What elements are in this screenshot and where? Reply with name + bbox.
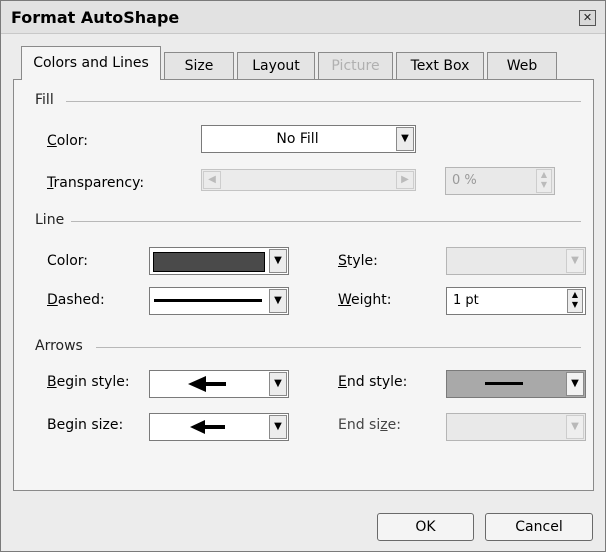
chevron-down-icon[interactable]: ▼: [269, 415, 287, 439]
weight-spinner[interactable]: ▲ ▼: [567, 289, 583, 313]
chevron-down-icon: ▼: [566, 249, 584, 273]
fill-color-label: Color:: [47, 133, 89, 149]
close-icon[interactable]: ✕: [579, 10, 596, 26]
chevron-left-icon: ◀: [203, 171, 221, 189]
line-divider: [71, 221, 581, 222]
cancel-button[interactable]: Cancel: [485, 513, 593, 541]
tab-size[interactable]: Size: [164, 52, 234, 79]
fill-section-label: Fill: [35, 92, 54, 108]
arrows-divider: [96, 347, 581, 348]
end-size-label: End size:: [338, 417, 401, 433]
line-color-swatch: [153, 252, 265, 272]
line-color-dropdown[interactable]: ▼: [149, 247, 289, 275]
fill-divider: [66, 101, 581, 102]
ok-button[interactable]: OK: [377, 513, 474, 541]
fill-color-dropdown[interactable]: No Fill ▼: [201, 125, 416, 153]
dashed-label: Dashed:: [47, 292, 105, 308]
transparency-spinner: ▲ ▼: [536, 169, 552, 193]
tab-text-box[interactable]: Text Box: [396, 52, 484, 79]
transparency-slider: ◀ ▶: [201, 169, 416, 191]
tab-colors-and-lines[interactable]: Colors and Lines: [21, 46, 161, 80]
chevron-right-icon: ▶: [396, 171, 414, 189]
transparency-value: 0 %: [452, 173, 477, 188]
chevron-down-icon[interactable]: ▼: [396, 127, 414, 151]
dashed-dropdown[interactable]: ▼: [149, 287, 289, 315]
solid-line-preview: [154, 299, 262, 302]
weight-label: Weight:: [338, 292, 392, 308]
left-arrow-icon: [190, 420, 225, 434]
style-label: Style:: [338, 253, 378, 269]
transparency-field: 0 % ▲ ▼: [445, 167, 555, 195]
line-color-label: Color:: [47, 253, 89, 269]
chevron-down-icon[interactable]: ▼: [566, 372, 584, 396]
chevron-down-icon[interactable]: ▼: [269, 249, 287, 273]
end-size-dropdown: ▼: [446, 413, 586, 441]
left-arrow-icon: [188, 376, 226, 392]
end-style-label: End style:: [338, 374, 408, 390]
tab-panel: Fill Color: No Fill ▼ Transparency: ◀ ▶ …: [13, 79, 594, 491]
tab-web[interactable]: Web: [487, 52, 557, 79]
style-dropdown: ▼: [446, 247, 586, 275]
end-style-dropdown[interactable]: ▼: [446, 370, 586, 398]
chevron-down-icon[interactable]: ▼: [269, 372, 287, 396]
dialog-title: Format AutoShape: [11, 8, 180, 27]
title-bar: Format AutoShape ✕: [1, 1, 605, 34]
chevron-down-icon: ▼: [566, 415, 584, 439]
begin-size-dropdown[interactable]: ▼: [149, 413, 289, 441]
format-autoshape-dialog: Format AutoShape ✕ Colors and Lines Size…: [0, 0, 606, 552]
line-section-label: Line: [35, 212, 65, 228]
weight-field[interactable]: 1 pt ▲ ▼: [446, 287, 586, 315]
begin-style-label: Begin style:: [47, 374, 130, 390]
transparency-label: Transparency:: [47, 175, 145, 191]
begin-size-label: Begin size:: [47, 417, 124, 433]
begin-style-dropdown[interactable]: ▼: [149, 370, 289, 398]
tab-layout[interactable]: Layout: [237, 52, 315, 79]
chevron-down-icon[interactable]: ▼: [269, 289, 287, 313]
fill-color-value: No Fill: [276, 131, 319, 147]
end-style-line-preview: [485, 382, 523, 385]
tab-picture: Picture: [318, 52, 393, 79]
arrows-section-label: Arrows: [35, 338, 83, 354]
weight-value: 1 pt: [453, 293, 479, 308]
